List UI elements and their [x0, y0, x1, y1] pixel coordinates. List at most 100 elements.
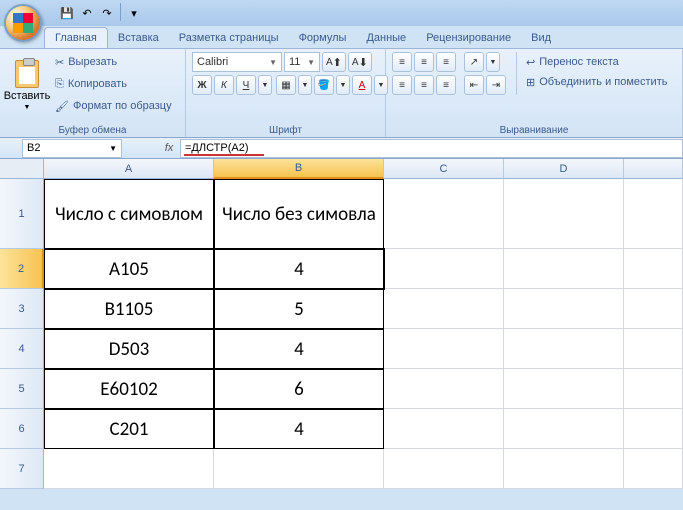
cell-A3[interactable]: B1105	[44, 289, 214, 329]
row-header-7[interactable]: 7	[0, 449, 44, 489]
row-header-4[interactable]: 4	[0, 329, 44, 369]
underline-more-icon[interactable]: ▼	[258, 75, 272, 95]
borders-more-icon[interactable]: ▼	[298, 75, 312, 95]
cell-A5[interactable]: E60102	[44, 369, 214, 409]
cell-C2[interactable]	[384, 249, 504, 289]
cell-D6[interactable]	[504, 409, 624, 449]
column-header-B[interactable]: B	[214, 159, 384, 179]
cell-6[interactable]	[624, 409, 683, 449]
cell-5[interactable]	[624, 369, 683, 409]
column-header-D[interactable]: D	[504, 159, 624, 179]
fill-color-button[interactable]: 🪣	[314, 75, 334, 95]
row-header-2[interactable]: 2	[0, 249, 44, 289]
cell-A6[interactable]: C201	[44, 409, 214, 449]
cell-D1[interactable]	[504, 179, 624, 249]
cell-D3[interactable]	[504, 289, 624, 329]
cell-A4[interactable]: D503	[44, 329, 214, 369]
decrease-indent-button[interactable]: ⇤	[464, 75, 484, 95]
formula-bar-row: B2▼ fx =ДЛСТР(A2)	[0, 138, 683, 159]
align-center-button[interactable]: ≡	[414, 75, 434, 95]
cell-C6[interactable]	[384, 409, 504, 449]
cell-1[interactable]	[624, 179, 683, 249]
cell-D2[interactable]	[504, 249, 624, 289]
cell-A2[interactable]: A105	[44, 249, 214, 289]
increase-indent-button[interactable]: ⇥	[486, 75, 506, 95]
cell-D7[interactable]	[504, 449, 624, 489]
italic-button[interactable]: К	[214, 75, 234, 95]
redo-icon[interactable]: ↷	[98, 3, 116, 23]
format-painter-button[interactable]: 🖌Формат по образцу	[52, 96, 175, 116]
tab-Разметка страницы[interactable]: Разметка страницы	[169, 28, 289, 48]
fill-more-icon[interactable]: ▼	[336, 75, 350, 95]
save-icon[interactable]: 💾	[58, 3, 76, 23]
column-header-A[interactable]: A	[44, 159, 214, 179]
cell-B4[interactable]: 4	[214, 329, 384, 369]
chevron-down-icon: ▼	[269, 58, 277, 67]
fx-icon[interactable]: fx	[158, 142, 180, 154]
cell-C4[interactable]	[384, 329, 504, 369]
cell-C3[interactable]	[384, 289, 504, 329]
align-top-button[interactable]: ≡	[392, 52, 412, 72]
column-header-C[interactable]: C	[384, 159, 504, 179]
brush-icon: 🖌	[55, 100, 69, 113]
orientation-more-icon[interactable]: ▼	[486, 52, 500, 72]
wrap-text-button[interactable]: ↩Перенос текста	[523, 52, 670, 72]
font-size-combo[interactable]: 11▼	[284, 52, 320, 72]
cell-3[interactable]	[624, 289, 683, 329]
tab-Данные[interactable]: Данные	[356, 28, 416, 48]
merge-center-button[interactable]: ⊞Объединить и поместить	[523, 72, 670, 92]
tab-Формулы[interactable]: Формулы	[289, 28, 357, 48]
grow-font-button[interactable]: A⬆	[322, 52, 346, 72]
scissors-icon: ✂	[55, 56, 64, 69]
align-right-button[interactable]: ≡	[436, 75, 456, 95]
cell-B7[interactable]	[214, 449, 384, 489]
align-middle-button[interactable]: ≡	[414, 52, 434, 72]
undo-icon[interactable]: ↶	[78, 3, 96, 23]
align-left-button[interactable]: ≡	[392, 75, 412, 95]
orientation-button[interactable]: ↗	[464, 52, 484, 72]
tab-Рецензирование[interactable]: Рецензирование	[416, 28, 521, 48]
align-bottom-button[interactable]: ≡	[436, 52, 456, 72]
copy-button[interactable]: ⎘Копировать	[52, 74, 175, 94]
tab-Вид[interactable]: Вид	[521, 28, 561, 48]
font-color-button[interactable]: A	[352, 75, 372, 95]
cut-button[interactable]: ✂Вырезать	[52, 52, 175, 72]
qat-customize-icon[interactable]: ▾	[125, 3, 143, 23]
row-header-1[interactable]: 1	[0, 179, 44, 249]
tab-Главная[interactable]: Главная	[44, 27, 108, 48]
cell-7[interactable]	[624, 449, 683, 489]
cell-A7[interactable]	[44, 449, 214, 489]
name-box[interactable]: B2▼	[22, 139, 122, 158]
cell-B3[interactable]: 5	[214, 289, 384, 329]
quick-access-toolbar: 💾 ↶ ↷ ▾	[58, 3, 143, 23]
office-button[interactable]	[4, 4, 42, 42]
cell-B6[interactable]: 4	[214, 409, 384, 449]
formula-bar[interactable]: =ДЛСТР(A2)	[180, 139, 683, 158]
cell-D4[interactable]	[504, 329, 624, 369]
cell-A1[interactable]: Число с симовлом	[44, 179, 214, 249]
cell-C1[interactable]	[384, 179, 504, 249]
select-all-corner[interactable]	[0, 159, 44, 179]
row-header-3[interactable]: 3	[0, 289, 44, 329]
row-header-5[interactable]: 5	[0, 369, 44, 409]
cell-2[interactable]	[624, 249, 683, 289]
font-name-combo[interactable]: Calibri▼	[192, 52, 282, 72]
row-header-6[interactable]: 6	[0, 409, 44, 449]
cell-B1[interactable]: Число без симовла	[214, 179, 384, 249]
column-headers: ABCD	[44, 159, 683, 179]
borders-button[interactable]: ▦	[276, 75, 296, 95]
shrink-font-button[interactable]: A⬇	[348, 52, 372, 72]
cell-4[interactable]	[624, 329, 683, 369]
cell-D5[interactable]	[504, 369, 624, 409]
cell-C7[interactable]	[384, 449, 504, 489]
column-header-[interactable]	[624, 159, 683, 179]
cell-B2[interactable]: 4	[214, 249, 384, 289]
formula-underline	[184, 154, 264, 156]
underline-button[interactable]: Ч	[236, 75, 256, 95]
tab-Вставка[interactable]: Вставка	[108, 28, 169, 48]
cell-C5[interactable]	[384, 369, 504, 409]
bold-button[interactable]: Ж	[192, 75, 212, 95]
paste-button[interactable]: Вставить ▼	[6, 52, 48, 118]
merge-icon: ⊞	[526, 76, 535, 89]
cell-B5[interactable]: 6	[214, 369, 384, 409]
